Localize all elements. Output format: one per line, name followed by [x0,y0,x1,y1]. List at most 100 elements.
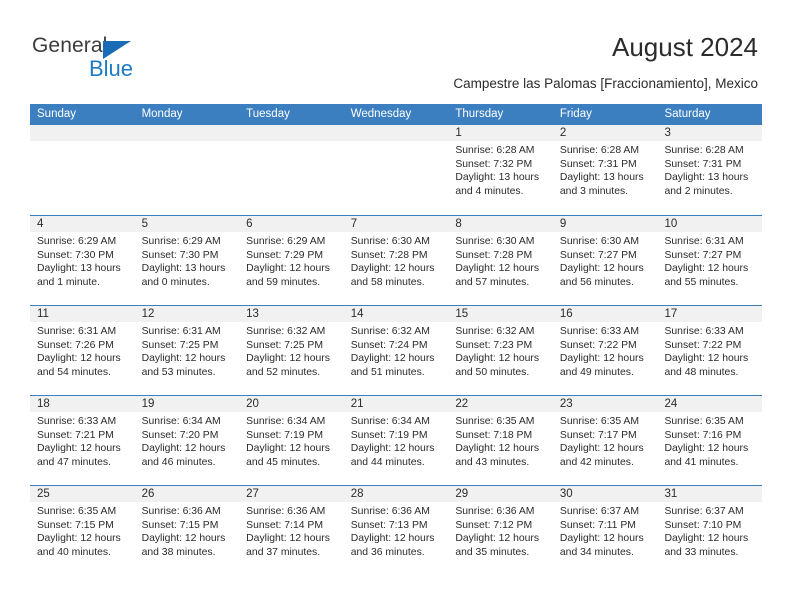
day-daylight-line1-text: Daylight: 12 hours [455,443,540,455]
weekday-header-thursday: Thursday [455,108,504,120]
calendar-day-cell[interactable]: 10 Sunrise: 6:31 AM Sunset: 7:27 PM Dayligh… [657,216,763,305]
calendar-day-cell[interactable]: 20 Sunrise: 6:34 AM Sunset: 7:19 PM Dayligh… [239,396,344,485]
day-daylight-line2-text: and 1 minute. [37,276,100,288]
calendar-day-cell[interactable]: 31 Sunrise: 6:37 AM Sunset: 7:10 PM Dayligh… [657,486,763,575]
calendar-day-cell[interactable]: 16 Sunrise: 6:33 AM Sunset: 7:22 PM Dayligh… [552,306,658,395]
calendar-day-cell[interactable]: 18 Sunrise: 6:33 AM Sunset: 7:21 PM Dayligh… [30,396,135,485]
calendar-day-cell[interactable]: 24 Sunrise: 6:35 AM Sunset: 7:16 PM Dayligh… [657,396,763,485]
day-sunrise-text: Sunrise: 6:32 AM [350,326,430,337]
day-detail-block: Sunrise: 6:29 AM Sunset: 7:29 PM Daylight:… [239,232,344,289]
day-number: 23 [552,396,658,412]
day-detail-block: Sunrise: 6:35 AM Sunset: 7:15 PM Daylight:… [30,502,135,559]
calendar-day-cell[interactable]: 14 Sunrise: 6:32 AM Sunset: 7:24 PM Dayligh… [343,306,449,395]
calendar-day-cell[interactable]: 22 Sunrise: 6:35 AM Sunset: 7:18 PM Dayligh… [448,396,553,485]
day-number: 19 [134,396,240,412]
day-sunrise-text: Sunrise: 6:36 AM [350,506,430,517]
calendar-day-cell[interactable]: 9 Sunrise: 6:30 AM Sunset: 7:27 PM Daylight… [552,216,658,305]
day-number: 11 [30,306,135,322]
calendar-weeks: 1 Sunrise: 6:28 AM Sunset: 7:32 PM Daylight… [30,125,763,575]
day-daylight-line2-text: and 47 minutes. [37,456,111,468]
day-sunset-text: Sunset: 7:15 PM [141,519,219,531]
day-daylight-line2-text: and 59 minutes. [246,276,321,288]
day-daylight-line1-text: Daylight: 13 hours [37,263,121,275]
day-number: 12 [134,306,240,322]
general-blue-logo[interactable]: General Blue [32,34,182,86]
day-daylight-line2-text: and 41 minutes. [664,456,739,468]
weekday-header-friday: Friday [559,108,592,120]
calendar-day-cell[interactable]: 27 Sunrise: 6:36 AM Sunset: 7:14 PM Dayligh… [239,486,344,575]
day-number [30,125,135,141]
day-detail-block: Sunrise: 6:36 AM Sunset: 7:12 PM Daylight:… [448,502,553,559]
weekday-header-sunday: Sunday [37,108,77,120]
calendar-day-cell[interactable]: 2 Sunrise: 6:28 AM Sunset: 7:31 PM Daylight… [552,125,658,215]
calendar-day-cell[interactable]: 21 Sunrise: 6:34 AM Sunset: 7:19 PM Dayligh… [343,396,449,485]
day-sunrise-text: Sunrise: 6:35 AM [664,416,744,427]
calendar-day-cell[interactable]: 13 Sunrise: 6:32 AM Sunset: 7:25 PM Dayligh… [239,306,344,395]
day-daylight-line1-text: Daylight: 12 hours [246,443,330,455]
day-daylight-line2-text: and 55 minutes. [664,276,739,288]
day-sunset-text: Sunset: 7:20 PM [141,429,219,441]
calendar-day-cell[interactable]: 23 Sunrise: 6:35 AM Sunset: 7:17 PM Dayligh… [552,396,658,485]
logo-text-general: General [32,34,108,57]
day-sunrise-text: Sunrise: 6:29 AM [141,236,221,247]
calendar-day-cell[interactable]: 28 Sunrise: 6:36 AM Sunset: 7:13 PM Dayligh… [343,486,449,575]
calendar-day-cell[interactable]: 1 Sunrise: 6:28 AM Sunset: 7:32 PM Daylight… [448,125,553,215]
day-sunrise-text: Sunrise: 6:36 AM [141,506,221,517]
day-daylight-line1-text: Daylight: 12 hours [350,263,435,275]
calendar-day-cell[interactable]: 17 Sunrise: 6:33 AM Sunset: 7:22 PM Dayligh… [657,306,763,395]
calendar-day-cell[interactable]: 15 Sunrise: 6:32 AM Sunset: 7:23 PM Dayligh… [448,306,553,395]
day-detail-block: Sunrise: 6:37 AM Sunset: 7:10 PM Daylight:… [657,502,762,559]
day-detail-block: Sunrise: 6:31 AM Sunset: 7:26 PM Daylight:… [30,322,135,379]
day-daylight-line1-text: Daylight: 12 hours [350,443,435,455]
calendar-day-cell[interactable]: 29 Sunrise: 6:36 AM Sunset: 7:12 PM Dayligh… [448,486,553,575]
day-sunrise-text: Sunrise: 6:34 AM [350,416,430,427]
day-detail-block: Sunrise: 6:29 AM Sunset: 7:30 PM Daylight:… [135,232,240,289]
day-daylight-line1-text: Daylight: 12 hours [455,263,540,275]
day-daylight-line1-text: Daylight: 12 hours [664,353,749,365]
calendar-day-cell[interactable]: 19 Sunrise: 6:34 AM Sunset: 7:20 PM Dayligh… [134,396,240,485]
calendar-day-cell[interactable]: 3 Sunrise: 6:28 AM Sunset: 7:31 PM Daylight… [657,125,763,215]
day-daylight-line2-text: and 57 minutes. [455,276,530,288]
calendar-day-cell-empty [30,125,135,215]
calendar-day-cell[interactable]: 7 Sunrise: 6:30 AM Sunset: 7:28 PM Daylight… [343,216,449,305]
calendar-day-cell[interactable]: 5 Sunrise: 6:29 AM Sunset: 7:30 PM Daylight… [134,216,240,305]
day-detail-block: Sunrise: 6:32 AM Sunset: 7:23 PM Daylight:… [448,322,553,379]
calendar-day-cell[interactable]: 4 Sunrise: 6:29 AM Sunset: 7:30 PM Daylight… [30,216,135,305]
calendar-day-cell[interactable]: 6 Sunrise: 6:29 AM Sunset: 7:29 PM Daylight… [239,216,344,305]
day-sunrise-text: Sunrise: 6:31 AM [37,326,117,337]
day-detail-block: Sunrise: 6:28 AM Sunset: 7:32 PM Daylight:… [448,141,553,198]
calendar-day-cell[interactable]: 25 Sunrise: 6:35 AM Sunset: 7:15 PM Dayligh… [30,486,135,575]
day-sunrise-text: Sunrise: 6:37 AM [664,506,744,517]
day-number [343,125,449,141]
calendar-day-cell[interactable]: 8 Sunrise: 6:30 AM Sunset: 7:28 PM Daylight… [448,216,553,305]
day-daylight-line1-text: Daylight: 12 hours [664,443,749,455]
calendar-day-cell[interactable]: 30 Sunrise: 6:37 AM Sunset: 7:11 PM Dayligh… [552,486,658,575]
day-daylight-line2-text: and 4 minutes. [455,185,524,197]
calendar-week-row: 18 Sunrise: 6:33 AM Sunset: 7:21 PM Dayligh… [30,395,763,485]
day-sunset-text: Sunset: 7:16 PM [664,429,742,441]
day-number: 27 [239,486,344,502]
day-sunset-text: Sunset: 7:11 PM [559,519,636,531]
day-sunrise-text: Sunrise: 6:33 AM [664,326,744,337]
day-number: 24 [657,396,763,412]
day-number: 6 [239,216,344,232]
day-number: 7 [343,216,449,232]
calendar-day-cell[interactable]: 11 Sunrise: 6:31 AM Sunset: 7:26 PM Dayligh… [30,306,135,395]
day-sunrise-text: Sunrise: 6:33 AM [559,326,640,337]
day-daylight-line2-text: and 51 minutes. [350,366,425,378]
day-sunset-text: Sunset: 7:14 PM [246,519,323,531]
day-sunrise-text: Sunrise: 6:32 AM [455,326,535,337]
calendar-week-row: 4 Sunrise: 6:29 AM Sunset: 7:30 PM Daylight… [30,215,763,305]
calendar-day-cell-empty [239,125,344,215]
day-detail-block: Sunrise: 6:36 AM Sunset: 7:15 PM Daylight:… [135,502,240,559]
weekday-header-row: Sunday Monday Tuesday Wednesday Thursday… [30,104,762,125]
day-sunrise-text: Sunrise: 6:34 AM [246,416,326,427]
calendar-day-cell[interactable]: 12 Sunrise: 6:31 AM Sunset: 7:25 PM Dayligh… [134,306,240,395]
day-sunset-text: Sunset: 7:27 PM [559,249,637,261]
day-detail-block: Sunrise: 6:33 AM Sunset: 7:22 PM Daylight:… [553,322,658,379]
calendar-day-cell[interactable]: 26 Sunrise: 6:36 AM Sunset: 7:15 PM Dayligh… [134,486,240,575]
day-detail-block: Sunrise: 6:29 AM Sunset: 7:30 PM Daylight:… [30,232,135,289]
day-sunset-text: Sunset: 7:31 PM [664,158,742,170]
day-sunset-text: Sunset: 7:22 PM [664,339,742,351]
weekday-header-saturday: Saturday [664,108,711,120]
